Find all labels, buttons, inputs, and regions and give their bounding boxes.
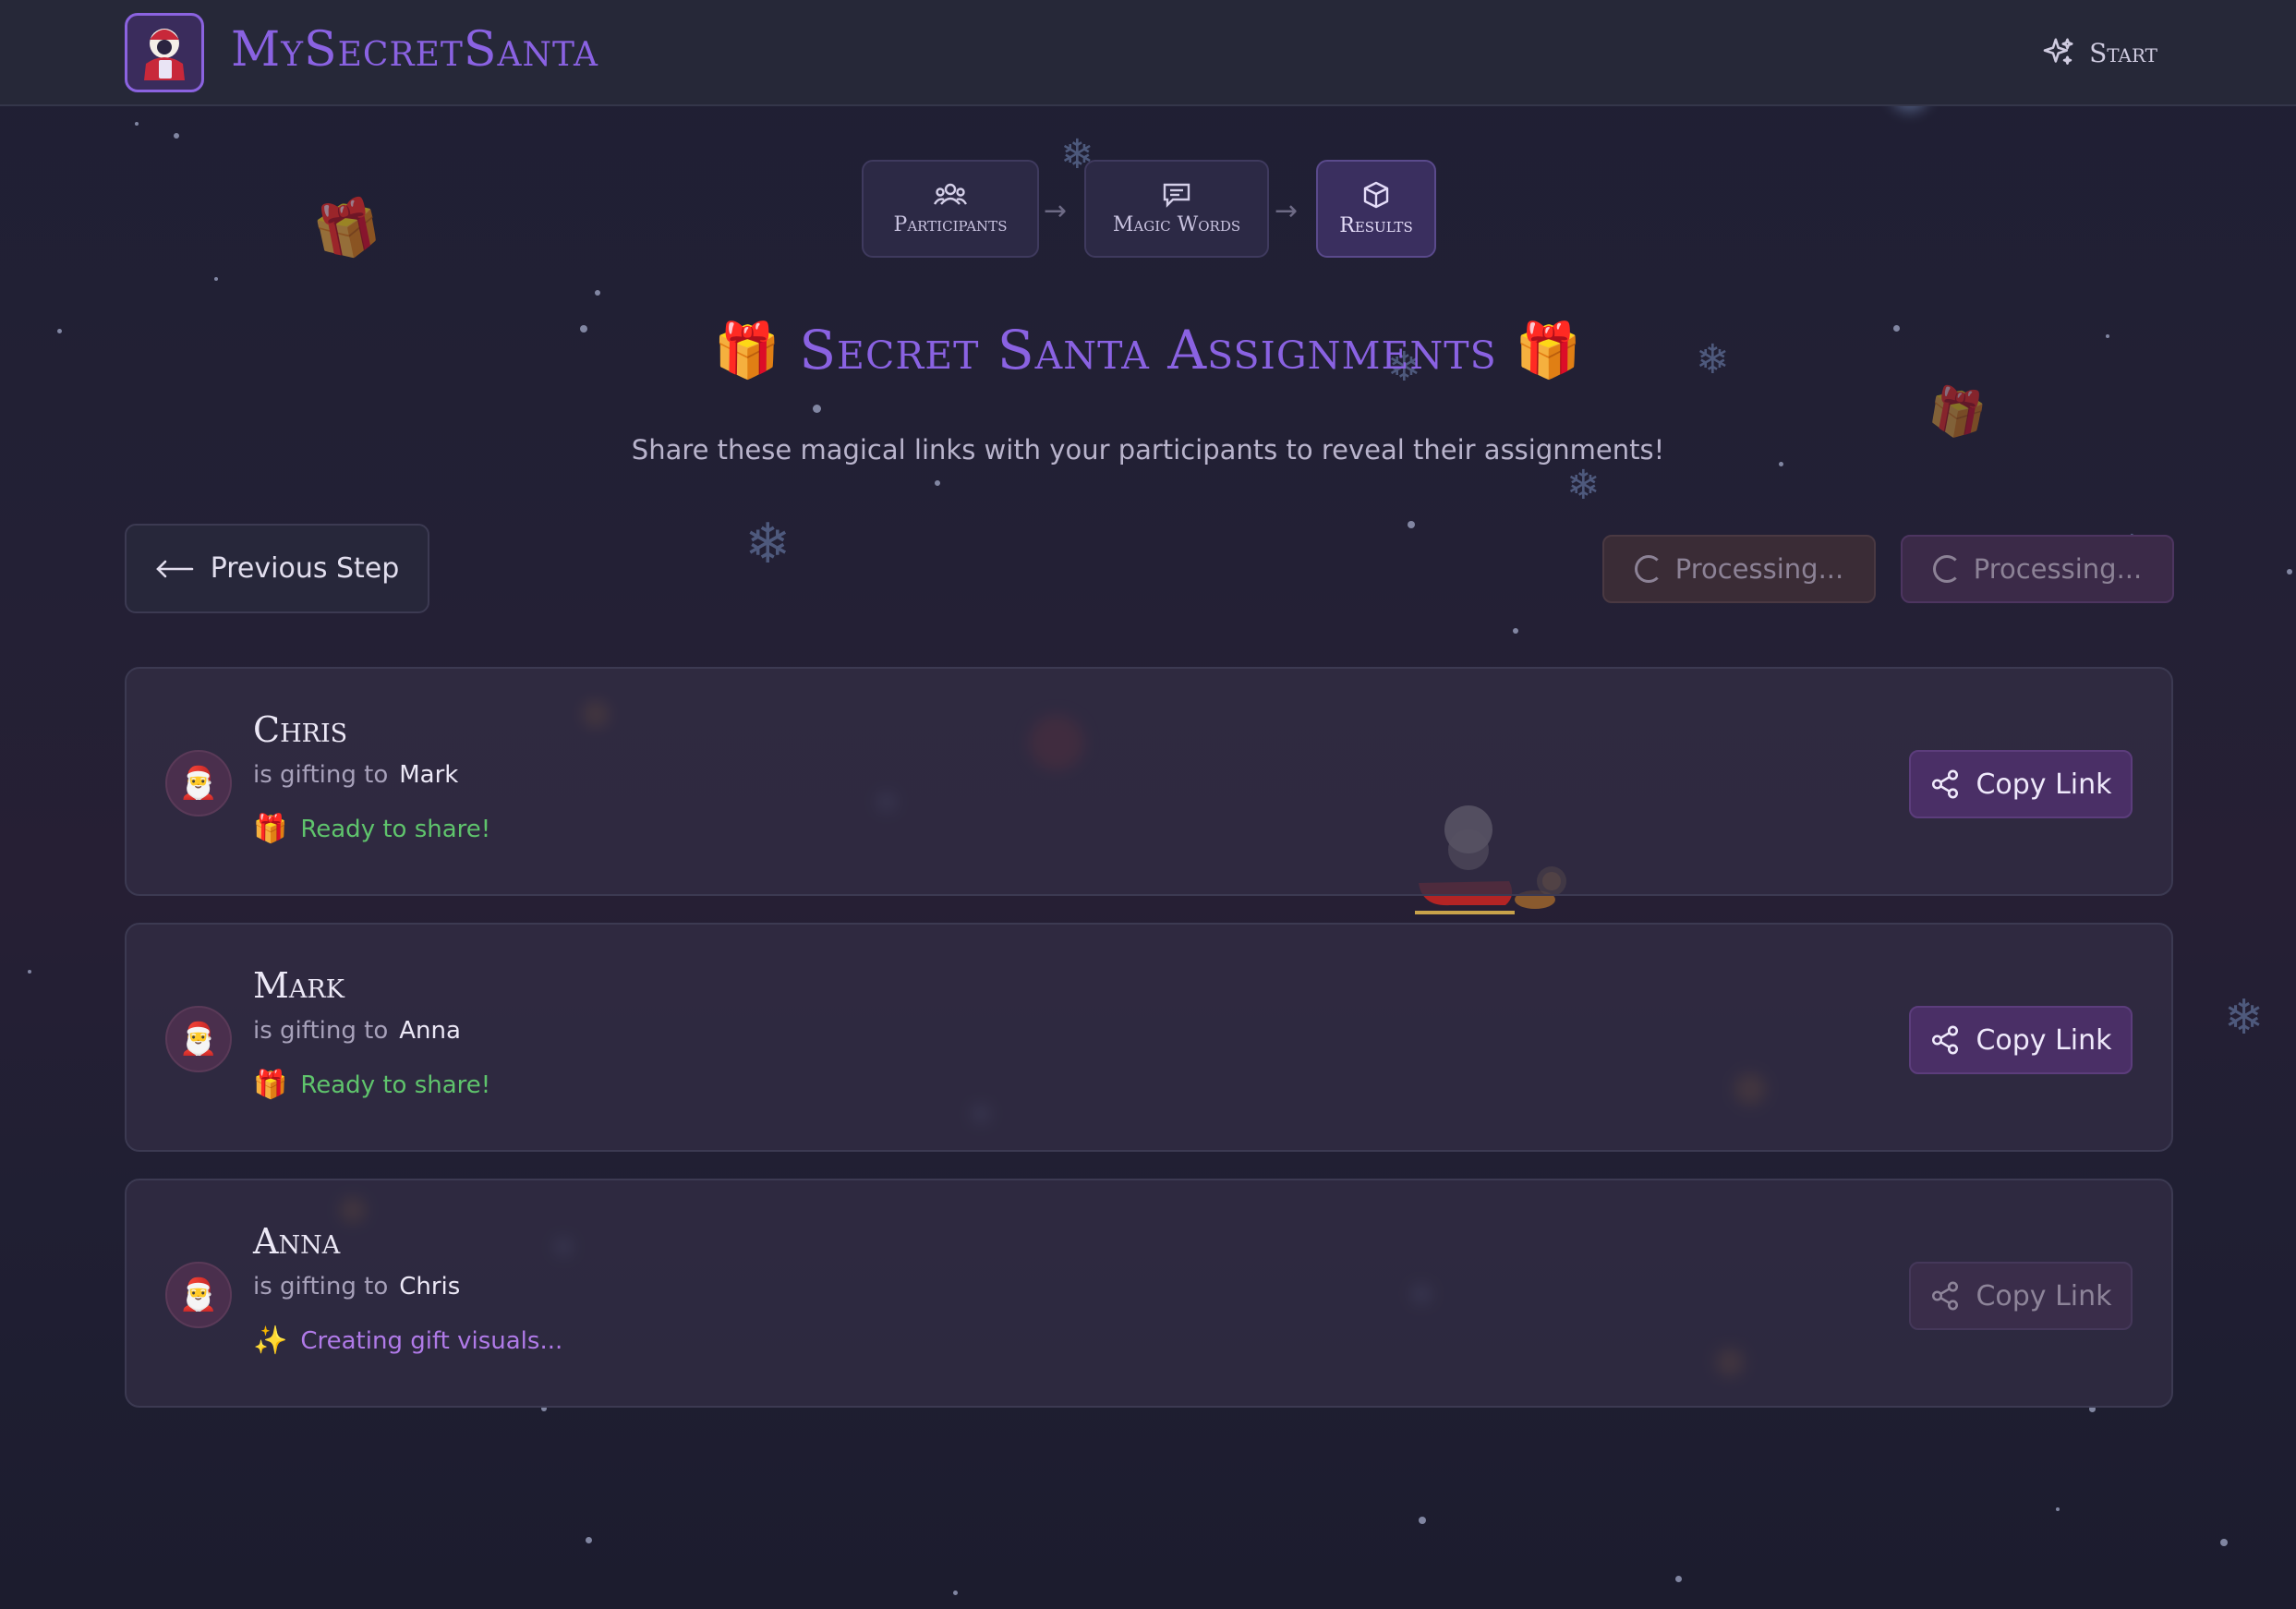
snow-dot xyxy=(214,277,218,281)
page-title: 🎁 Secret Santa Assignments 🎁 xyxy=(0,319,2296,382)
snowflake-icon: ❄ xyxy=(2224,990,2265,1046)
gifting-text: is gifting to xyxy=(253,1273,389,1301)
sparkles-icon xyxy=(2043,38,2073,65)
snow-dot xyxy=(2287,569,2292,575)
santa-avatar-icon: 🎅 xyxy=(165,750,232,817)
gift-icon: 🎁 xyxy=(253,813,288,845)
sparkles-icon: ✨ xyxy=(253,1325,288,1357)
gifting-line: is gifting to Anna xyxy=(253,1017,461,1045)
gifting-line: is gifting to Mark xyxy=(253,761,458,789)
assignment-card: 🎅 Anna is gifting to Chris ✨ Creating gif… xyxy=(125,1179,2173,1408)
gifting-text: is gifting to xyxy=(253,1017,389,1045)
box-icon xyxy=(1363,181,1389,208)
copy-link-button[interactable]: Copy Link xyxy=(1909,1006,2133,1074)
step-participants[interactable]: Participants xyxy=(862,160,1039,258)
giver-name: Mark xyxy=(253,965,344,1006)
step-label: Participants xyxy=(893,212,1008,236)
snow-dot xyxy=(595,290,600,296)
gifting-line: is gifting to Chris xyxy=(253,1273,460,1301)
snow-dot xyxy=(953,1591,958,1595)
snow-dot xyxy=(586,1537,592,1543)
users-icon xyxy=(934,183,967,205)
copy-link-label: Copy Link xyxy=(1976,768,2112,801)
processing-label: Processing... xyxy=(1674,553,1844,585)
arrow-left-icon xyxy=(155,560,193,577)
share-icon xyxy=(1932,1025,1959,1055)
copy-link-button[interactable]: Copy Link xyxy=(1909,750,2133,818)
previous-step-label: Previous Step xyxy=(210,552,400,585)
status-text: Ready to share! xyxy=(300,815,491,843)
giver-name: Chris xyxy=(253,709,348,750)
page-title-text: Secret Santa Assignments xyxy=(799,319,1497,381)
spinner-icon xyxy=(1932,555,1961,583)
snow-dot xyxy=(1419,1517,1426,1524)
app-title[interactable]: MySecretSanta xyxy=(231,22,598,78)
copy-link-label: Copy Link xyxy=(1976,1023,2112,1057)
spinner-icon xyxy=(1634,555,1662,583)
step-results[interactable]: Results xyxy=(1316,160,1436,258)
status-text: Creating gift visuals... xyxy=(300,1326,563,1355)
status-badge: 🎁 Ready to share! xyxy=(253,813,490,845)
step-magic-words[interactable]: Magic Words xyxy=(1084,160,1269,258)
snow-dot xyxy=(1513,628,1518,634)
top-header: MySecretSanta Start xyxy=(0,0,2296,106)
santa-avatar-icon: 🎅 xyxy=(165,1262,232,1328)
snow-dot xyxy=(1675,1576,1682,1582)
start-label: Start xyxy=(2089,37,2157,68)
gift-icon: 🎁 xyxy=(1515,319,1583,381)
start-button[interactable]: Start xyxy=(2041,31,2157,74)
step-label: Magic Words xyxy=(1112,212,1241,236)
santa-avatar-icon: 🎅 xyxy=(165,1006,232,1072)
processing-label: Processing... xyxy=(1973,553,2143,585)
snow-dot xyxy=(174,133,179,139)
processing-button[interactable]: Processing... xyxy=(1901,535,2174,603)
snow-dot xyxy=(28,970,31,974)
copy-link-label: Copy Link xyxy=(1976,1279,2112,1313)
receiver-name: Chris xyxy=(399,1273,461,1301)
giver-name: Anna xyxy=(253,1221,341,1262)
receiver-name: Mark xyxy=(399,761,459,789)
previous-step-button[interactable]: Previous Step xyxy=(125,524,429,613)
step-arrow: → xyxy=(1044,195,1068,227)
status-badge: ✨ Creating gift visuals... xyxy=(253,1325,562,1357)
progress-stepper: Participants → Magic Words → Results xyxy=(0,160,2296,260)
snowflake-icon: ❄ xyxy=(744,512,792,576)
santa-logo-icon[interactable] xyxy=(125,13,204,92)
processing-button[interactable]: Processing... xyxy=(1602,535,1876,603)
snow-dot xyxy=(813,405,821,413)
snowflake-icon: ❄ xyxy=(1566,462,1601,509)
assignment-card: 🎅 Mark is gifting to Anna 🎁 Ready to shar… xyxy=(125,923,2173,1152)
status-text: Ready to share! xyxy=(300,1071,491,1099)
receiver-name: Anna xyxy=(399,1017,461,1045)
snow-dot xyxy=(2220,1539,2228,1546)
assignment-card: 🎅 Chris is gifting to Mark 🎁 Ready to sha… xyxy=(125,667,2173,896)
copy-link-button[interactable]: Copy Link xyxy=(1909,1262,2133,1330)
share-icon xyxy=(1932,1281,1959,1311)
snow-dot xyxy=(135,122,139,126)
snow-dot xyxy=(2056,1507,2060,1511)
share-icon xyxy=(1932,769,1959,799)
page-subtitle: Share these magical links with your part… xyxy=(631,434,1665,466)
gifting-text: is gifting to xyxy=(253,761,389,789)
step-label: Results xyxy=(1339,213,1413,237)
gift-icon: 🎁 xyxy=(713,319,781,381)
snow-dot xyxy=(935,480,940,486)
status-badge: 🎁 Ready to share! xyxy=(253,1069,490,1101)
message-icon xyxy=(1163,183,1190,208)
snow-dot xyxy=(1408,521,1415,528)
gift-icon: 🎁 xyxy=(253,1069,288,1101)
step-arrow: → xyxy=(1275,195,1299,227)
